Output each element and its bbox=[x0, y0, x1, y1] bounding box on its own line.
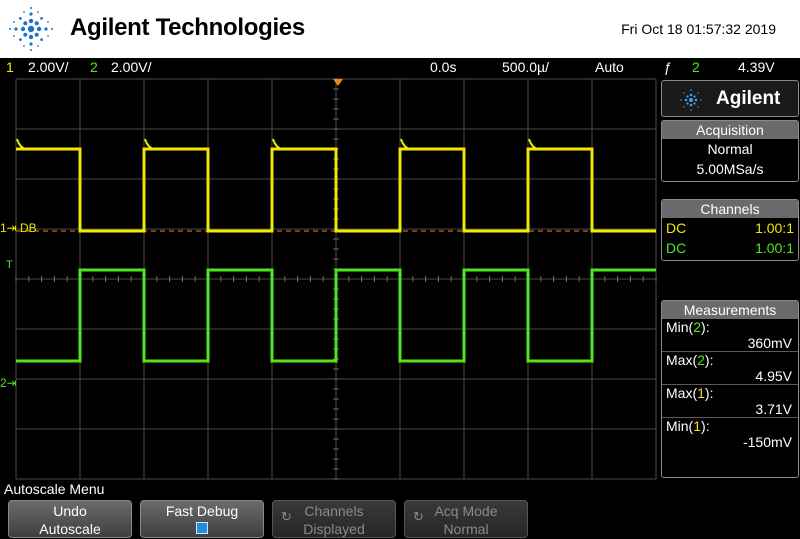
status-bar: 1 2.00V/ 2 2.00V/ 0.0s 500.0µ/ Auto ƒ 2 … bbox=[0, 58, 800, 79]
ch1-coupling: DC bbox=[666, 220, 687, 236]
measurement-name: Max( bbox=[666, 352, 698, 368]
ch2-coupling: DC bbox=[666, 240, 687, 256]
cycle-icon: ↻ bbox=[413, 509, 424, 524]
undo-autoscale-button[interactable]: Undo Autoscale bbox=[8, 500, 132, 538]
ch1-waveform bbox=[16, 147, 656, 233]
brand-title: Agilent Technologies bbox=[70, 14, 305, 41]
acquisition-box[interactable]: Acquisition Normal 5.00MSa/s bbox=[661, 120, 799, 182]
trigger-level[interactable]: 4.39V bbox=[738, 59, 775, 75]
agilent-badge-label: Agilent bbox=[716, 88, 781, 109]
agilent-badge: Agilent bbox=[661, 80, 799, 117]
measurements-title: Measurements bbox=[662, 301, 798, 319]
channel-row-1[interactable]: DC 1.00:1 bbox=[662, 218, 798, 238]
menu-title: Autoscale Menu bbox=[4, 481, 105, 497]
measurement-row[interactable]: Max(2): 4.95V bbox=[662, 352, 798, 385]
softkey-line2: Autoscale bbox=[39, 521, 101, 537]
datetime: Fri Oct 18 01:57:32 2019 bbox=[621, 21, 776, 37]
trigger-mode[interactable]: Auto bbox=[595, 59, 624, 75]
measurement-close: ): bbox=[704, 385, 714, 401]
measurements-box[interactable]: Measurements Min(2): 360mV Max(2): 4.95V… bbox=[661, 300, 799, 478]
ch2-number[interactable]: 2 bbox=[90, 59, 98, 75]
ch2-ground-marker[interactable]: 2⇥ bbox=[0, 376, 17, 390]
channels-box[interactable]: Channels DC 1.00:1 DC 1.00:1 bbox=[661, 199, 799, 261]
measurement-channel: 1 bbox=[693, 418, 702, 434]
time-delay[interactable]: 0.0s bbox=[430, 59, 456, 75]
softkey-line1: Undo bbox=[53, 503, 87, 519]
ch1-scale[interactable]: 2.00V/ bbox=[28, 59, 68, 75]
ch1-number[interactable]: 1 bbox=[6, 59, 14, 75]
trigger-position-icon[interactable] bbox=[333, 79, 343, 86]
ch1-ground-marker[interactable]: 1⇥ bbox=[0, 221, 17, 235]
measurement-name: Min( bbox=[666, 319, 694, 335]
channels-title: Channels bbox=[662, 200, 798, 218]
channel-row-2[interactable]: DC 1.00:1 bbox=[662, 238, 798, 258]
acquisition-mode: Normal bbox=[707, 141, 753, 157]
time-scale[interactable]: 500.0µ/ bbox=[502, 59, 549, 75]
measurement-row[interactable]: Min(2): 360mV bbox=[662, 319, 798, 352]
trigger-level-marker[interactable]: T bbox=[6, 259, 13, 271]
measurement-name: Max( bbox=[666, 385, 698, 401]
measurement-value: -150mV bbox=[742, 434, 792, 450]
measurement-channel: 2 bbox=[693, 319, 702, 335]
softkey-line1: Fast Debug bbox=[165, 503, 239, 519]
measurement-row[interactable]: Min(1): -150mV bbox=[662, 418, 798, 451]
measurement-close: ): bbox=[701, 319, 710, 335]
acquisition-title: Acquisition bbox=[662, 121, 798, 139]
measurement-value: 4.95V bbox=[755, 368, 792, 384]
channels-displayed-button[interactable]: ↻ Channels Displayed bbox=[272, 500, 396, 538]
acq-mode-button[interactable]: ↻ Acq Mode Normal bbox=[404, 500, 528, 538]
cycle-icon: ↻ bbox=[281, 509, 292, 524]
ch1-probe: 1.00:1 bbox=[755, 220, 794, 236]
measurement-channel: 1 bbox=[697, 385, 705, 401]
ch1-db-label: DB bbox=[20, 221, 37, 235]
measurement-close: ): bbox=[701, 418, 710, 434]
measurement-value: 360mV bbox=[747, 335, 792, 351]
agilent-spark-logo-icon bbox=[9, 7, 53, 51]
measurement-value: 3.71V bbox=[755, 401, 792, 417]
trigger-source[interactable]: 2 bbox=[692, 59, 700, 75]
fast-debug-checkbox[interactable] bbox=[196, 522, 208, 534]
trigger-edge-icon: ƒ bbox=[664, 59, 672, 75]
agilent-spark-icon bbox=[680, 89, 702, 111]
info-panel: Agilent Acquisition Normal 5.00MSa/s Cha… bbox=[660, 79, 800, 479]
fast-debug-button[interactable]: Fast Debug bbox=[140, 500, 264, 538]
waveform-display[interactable] bbox=[15, 78, 657, 480]
sample-rate: 5.00MSa/s bbox=[696, 161, 764, 177]
measurement-channel: 2 bbox=[697, 352, 705, 368]
ch2-probe: 1.00:1 bbox=[755, 240, 794, 256]
ch2-scale[interactable]: 2.00V/ bbox=[111, 59, 151, 75]
measurement-row[interactable]: Max(1): 3.71V bbox=[662, 385, 798, 418]
graticule-grid bbox=[15, 78, 657, 480]
measurement-name: Min( bbox=[666, 418, 694, 434]
measurement-close: ): bbox=[704, 352, 714, 368]
header-bar: Agilent Technologies Fri Oct 18 01:57:32… bbox=[0, 0, 800, 58]
ch2-waveform bbox=[16, 268, 656, 363]
